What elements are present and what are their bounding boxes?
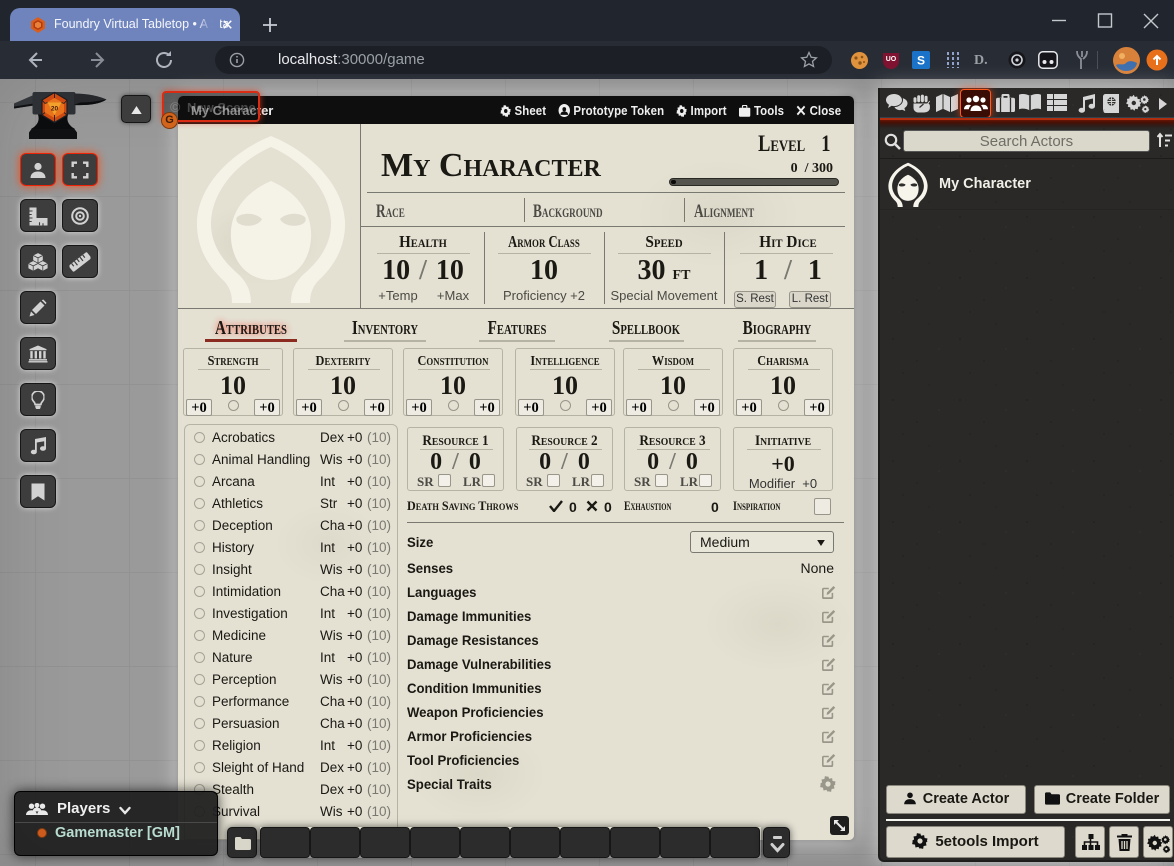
svg-text:20: 20	[51, 106, 59, 113]
svg-text:UO: UO	[886, 56, 897, 63]
svg-text:S: S	[917, 54, 925, 68]
